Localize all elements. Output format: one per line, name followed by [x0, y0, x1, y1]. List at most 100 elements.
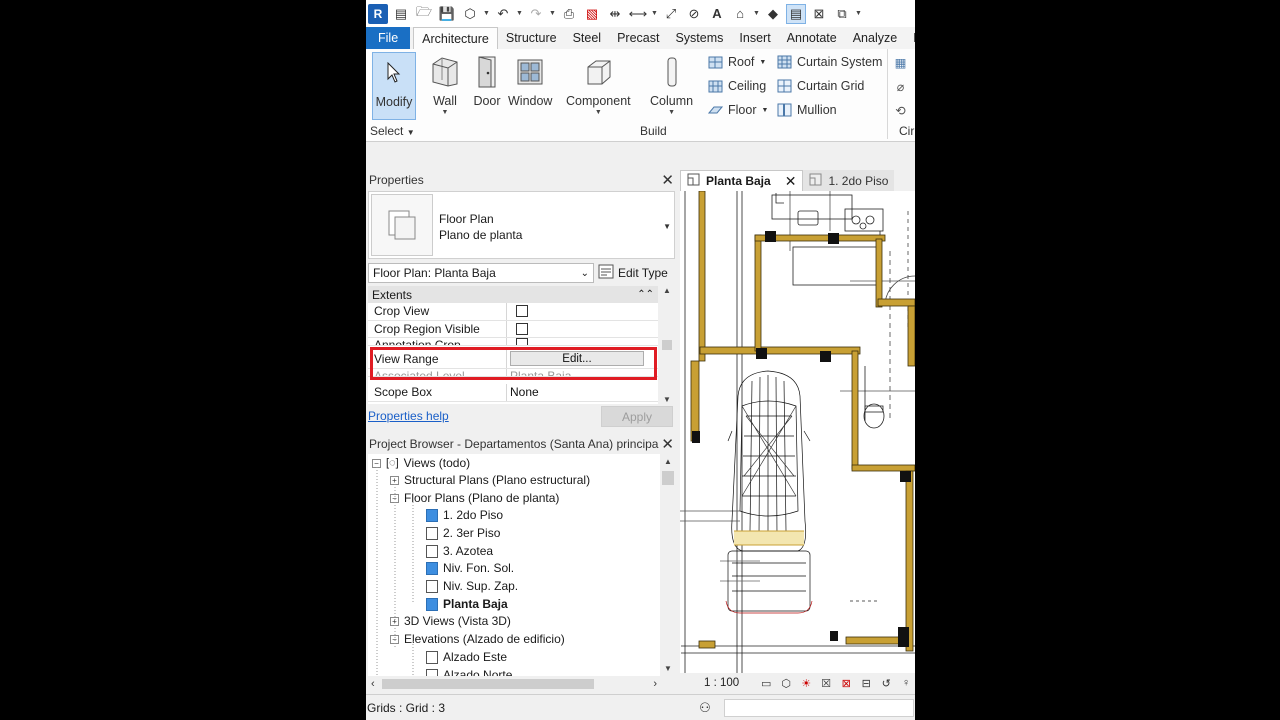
open-icon[interactable]: 🗁	[414, 4, 434, 24]
undo-icon[interactable]: ↶	[493, 4, 513, 24]
crop-region-visible-checkbox[interactable]	[516, 322, 528, 335]
curtain-system-button[interactable]: Curtain System	[777, 52, 882, 72]
status-input-field[interactable]	[724, 698, 914, 717]
aligned-dimension-icon[interactable]: ⟷	[628, 4, 648, 24]
chevron-down-icon[interactable]: ▼	[663, 222, 671, 231]
properties-help-link[interactable]: Properties help	[368, 409, 449, 423]
tab-precast[interactable]: Precast	[609, 27, 667, 49]
railing-button[interactable]: ▦	[893, 52, 908, 72]
floor-plan-drawing	[680, 191, 915, 673]
scroll-down-icon[interactable]: ▼	[664, 664, 672, 673]
tab-architecture[interactable]: Architecture	[413, 27, 498, 49]
tab-structure[interactable]: Structure	[498, 27, 565, 49]
redo-icon[interactable]: ↷	[526, 4, 546, 24]
view-range-edit-button[interactable]: Edit...	[510, 351, 644, 367]
close-icon[interactable]: ✕	[661, 171, 674, 189]
chevron-down-icon[interactable]: ▼	[549, 10, 556, 17]
sync-icon[interactable]: ⬡	[460, 4, 480, 24]
property-value	[507, 338, 658, 346]
curtain-grid-button[interactable]: Curtain Grid	[777, 76, 864, 96]
property-row-crop-view: Crop View	[368, 303, 658, 321]
sun-path-icon[interactable]: ☀	[799, 677, 813, 690]
modify-button[interactable]: Modify	[372, 52, 416, 120]
reveal-hidden-icon[interactable]: ♀	[899, 677, 913, 689]
text-icon[interactable]: A	[707, 4, 727, 24]
crop-view-icon[interactable]: ⊠	[839, 677, 853, 690]
chevron-down-icon: ▼	[406, 128, 415, 137]
chevron-down-icon[interactable]: ▼	[753, 10, 760, 17]
apply-button[interactable]: Apply	[601, 406, 673, 427]
tab-file[interactable]: File	[366, 27, 411, 49]
component-button[interactable]: Component ▼	[566, 52, 631, 120]
scroll-right-icon[interactable]: ›	[653, 678, 657, 690]
door-button[interactable]: Door	[470, 52, 504, 120]
drawing-canvas[interactable]	[680, 191, 915, 673]
type-selector[interactable]: Floor Plan Plano de planta ▼	[368, 191, 675, 259]
tab-2do-piso[interactable]: 1. 2do Piso	[803, 170, 895, 191]
print-icon[interactable]: ⎙	[559, 4, 579, 24]
scope-box-value[interactable]: None	[507, 384, 658, 401]
floor-button[interactable]: Floor ▼	[708, 100, 768, 120]
chevron-down-icon[interactable]: ▼	[516, 10, 523, 17]
property-value	[507, 321, 658, 338]
instance-selector[interactable]: Floor Plan: Planta Baja ⌄	[368, 263, 594, 283]
tab-insert[interactable]: Insert	[731, 27, 778, 49]
window-button[interactable]: Window	[508, 52, 552, 120]
close-hidden-icon[interactable]: ⊠	[809, 4, 829, 24]
tab-steel[interactable]: Steel	[565, 27, 610, 49]
scroll-thumb[interactable]	[662, 340, 672, 350]
revit-logo-icon[interactable]: R	[368, 3, 388, 24]
stair-button[interactable]: ⟲	[893, 100, 908, 120]
roof-button[interactable]: Roof ▼	[708, 52, 766, 72]
extents-group-header[interactable]: Extents ⌃⌃	[368, 286, 658, 303]
section-icon[interactable]: ◆	[763, 4, 783, 24]
wall-button[interactable]: Wall ▼	[428, 52, 462, 120]
switch-windows-icon[interactable]: ⧉	[832, 4, 852, 24]
measure-icon[interactable]: ⇹	[605, 4, 625, 24]
show-crop-icon[interactable]: ⊟	[859, 677, 873, 690]
chevron-down-icon[interactable]: ▼	[651, 10, 658, 17]
spot-elevation-icon[interactable]: ⤢	[661, 4, 681, 24]
close-icon[interactable]: ✕	[661, 435, 674, 453]
chevron-down-icon[interactable]: ▼	[855, 10, 862, 17]
visual-style-icon[interactable]: ⬡	[779, 677, 793, 690]
crop-view-checkbox[interactable]	[516, 305, 528, 318]
edit-type-button[interactable]: Edit Type	[598, 262, 668, 284]
ceiling-button[interactable]: Ceiling	[708, 76, 766, 96]
save-icon[interactable]: 💾	[437, 4, 457, 24]
scroll-up-icon[interactable]: ▲	[664, 457, 672, 466]
scroll-thumb[interactable]	[662, 471, 674, 485]
tab-planta-baja[interactable]: Planta Baja ✕	[680, 170, 804, 191]
tab-systems[interactable]: Systems	[667, 27, 731, 49]
temporary-hide-icon[interactable]: ↺	[879, 677, 893, 690]
close-icon[interactable]: ✕	[785, 173, 797, 190]
scroll-up-icon[interactable]: ▲	[663, 286, 671, 295]
scale-selector[interactable]: 1 : 100	[704, 677, 739, 689]
column-button[interactable]: Column ▼	[650, 52, 693, 120]
shadows-icon[interactable]: ☒	[819, 677, 833, 690]
scroll-thumb[interactable]	[382, 679, 594, 689]
tab-analyze[interactable]: Analyze	[845, 27, 905, 49]
select-dropdown[interactable]: Select ▼	[370, 124, 415, 138]
project-browser-hscrollbar[interactable]: ‹ ›	[368, 677, 660, 691]
property-name: Annotation Crop	[368, 338, 507, 346]
mullion-button[interactable]: Mullion	[777, 100, 837, 120]
tab-annotate[interactable]: Annotate	[779, 27, 845, 49]
project-browser-vscrollbar[interactable]: ▲ ▼	[660, 454, 676, 676]
scroll-down-icon[interactable]: ▼	[663, 395, 671, 404]
pdf-icon[interactable]: ▧	[582, 4, 602, 24]
tag-icon[interactable]: ⊘	[684, 4, 704, 24]
tab-massing[interactable]: M	[905, 27, 915, 49]
scroll-left-icon[interactable]: ‹	[371, 678, 375, 690]
thin-lines-icon[interactable]: ▤	[786, 3, 806, 24]
home-icon[interactable]: ▤	[391, 4, 411, 24]
chevron-down-icon[interactable]: ▼	[483, 10, 490, 17]
properties-scrollbar[interactable]: ▲ ▼	[659, 286, 675, 404]
annotation-crop-checkbox[interactable]	[516, 338, 528, 346]
property-value	[507, 303, 658, 320]
worksets-icon[interactable]: ⚇	[696, 700, 714, 716]
3d-view-icon[interactable]: ⌂	[730, 4, 750, 24]
detail-level-icon[interactable]: ▭	[759, 677, 773, 690]
property-value: Edit...	[507, 349, 658, 368]
ramp-button[interactable]: ⌀	[893, 76, 908, 96]
